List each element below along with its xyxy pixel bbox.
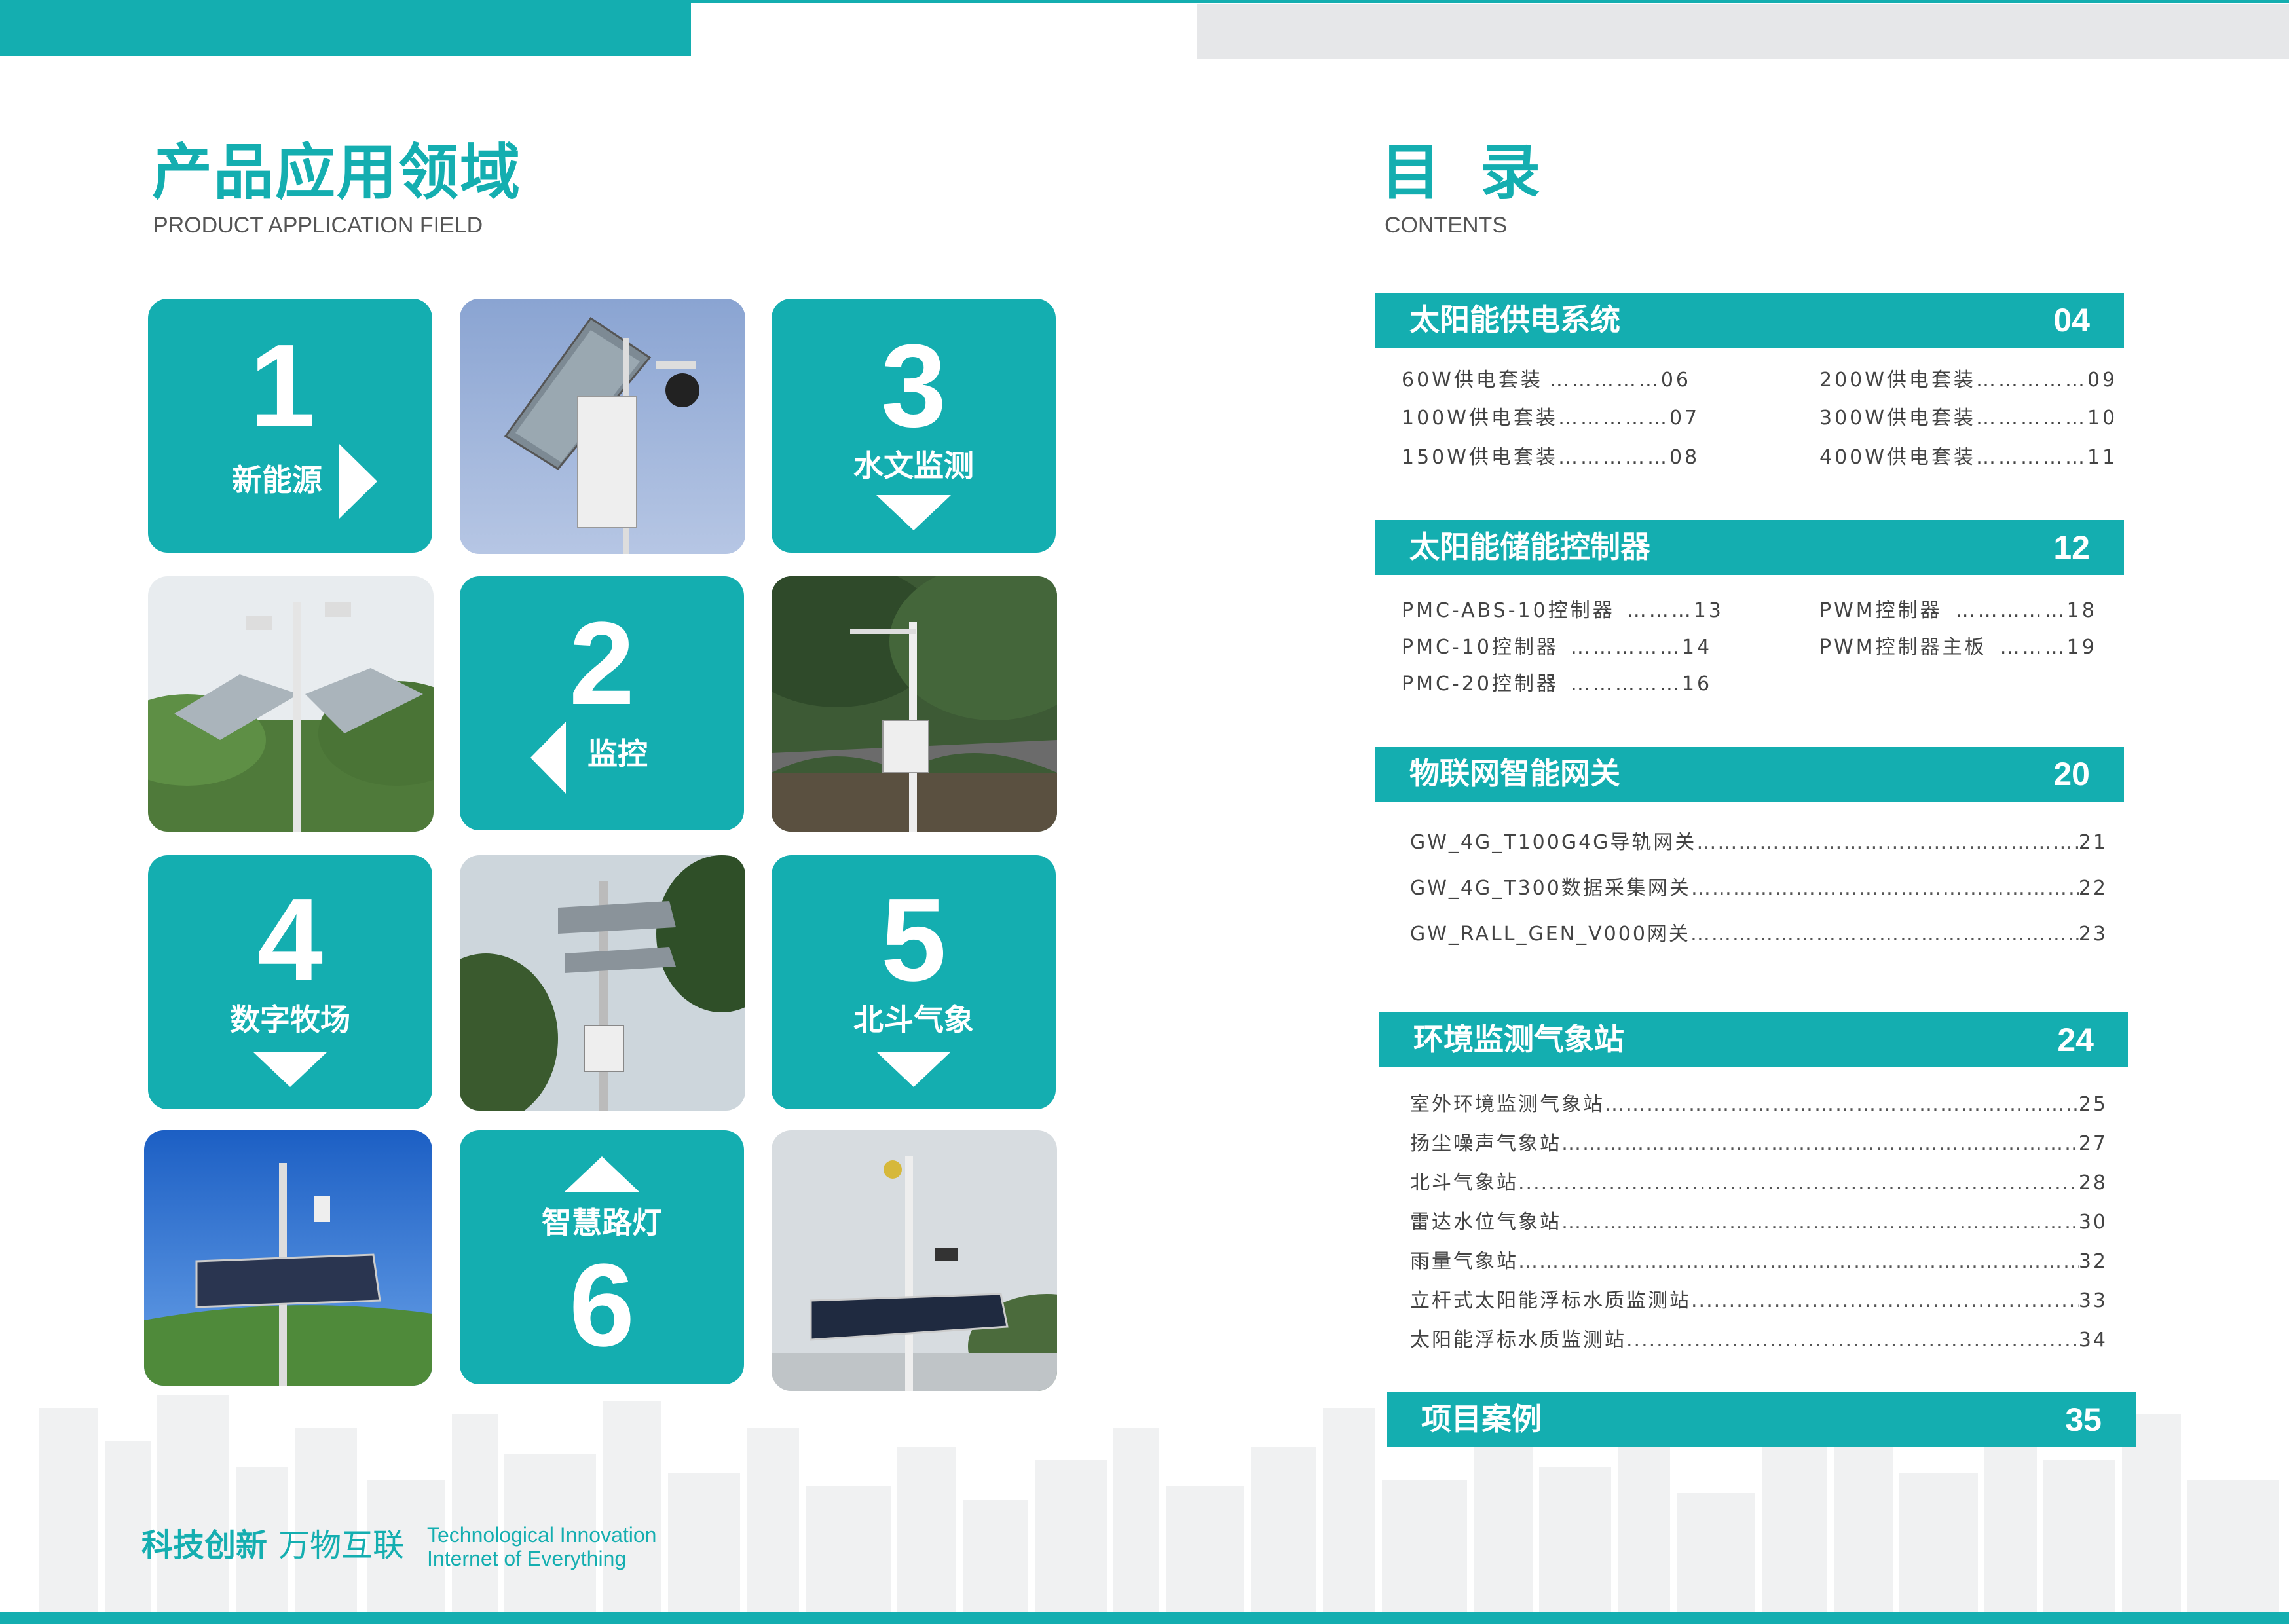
- tile-number: 6: [568, 1240, 635, 1371]
- field-tile-digital-ranch[interactable]: 4 数字牧场: [148, 855, 432, 1109]
- toc-item[interactable]: 室外环境监测气象站……………………………………………………………………………………: [1410, 1095, 2108, 1115]
- section-title: 太阳能供电系统: [1409, 302, 1620, 337]
- tile-label: 数字牧场: [230, 1002, 350, 1037]
- toc-item[interactable]: GW_4G_T300数据采集网关…………………………………………………………………: [1410, 879, 2108, 898]
- toc-item[interactable]: PWM控制器 ……………18: [1819, 601, 2097, 621]
- slogan-innovation: 科技创新: [141, 1527, 268, 1564]
- arrow-down-icon: [253, 1052, 327, 1087]
- page-subtitle: PRODUCT APPLICATION FIELD: [153, 213, 483, 238]
- toc-item[interactable]: GW_RALL_GEN_V000网关……………………………………………………………: [1410, 925, 2108, 944]
- bottom-accent-band: [0, 1612, 2289, 1624]
- toc-item[interactable]: 太阳能浮标水质监测站 .............................…: [1410, 1331, 2108, 1350]
- field-tile-hydrology[interactable]: 3 水文监测: [772, 299, 1056, 553]
- toc-item[interactable]: PMC-20控制器 ……………16: [1402, 674, 1712, 694]
- toc-item[interactable]: 北斗气象站 ..................................…: [1410, 1173, 2108, 1193]
- arrow-right-icon: [339, 444, 377, 519]
- section-title: 太阳能储能控制器: [1409, 529, 1650, 564]
- toc-item[interactable]: 60W供电套装 ……………06: [1402, 371, 1691, 390]
- page-title: 产品应用领域: [152, 138, 522, 208]
- tile-label: 水文监测: [853, 448, 974, 483]
- contents-title: 目 录: [1381, 138, 1550, 208]
- tile-label: 北斗气象: [853, 1002, 974, 1037]
- tile-number: 4: [257, 874, 324, 1006]
- section-title: 项目案例: [1421, 1401, 1542, 1437]
- section-page: 24: [2057, 1022, 2094, 1058]
- solar-camera-pole-photo: [460, 299, 745, 554]
- section-page: 12: [2053, 529, 2090, 566]
- toc-item[interactable]: 100W供电套装……………07: [1402, 409, 1700, 428]
- tile-number: 3: [880, 320, 947, 452]
- bridge-monitoring-photo: [772, 576, 1057, 832]
- arrow-down-icon: [876, 495, 951, 530]
- slogan-english-2: Internet of Everything: [427, 1547, 627, 1570]
- toc-item[interactable]: PMC-10控制器 ……………14: [1402, 638, 1712, 657]
- top-accent-bar: [0, 0, 691, 56]
- tile-number: 2: [568, 598, 635, 729]
- toc-item[interactable]: 扬尘噪声气象站 ………………………………………………………………………………………: [1410, 1134, 2108, 1154]
- toc-item[interactable]: 立杆式太阳能浮标水质监测站 ..........................…: [1410, 1291, 2108, 1311]
- toc-item[interactable]: 雨量气象站 ……………………………………………………………………………………………: [1410, 1252, 2108, 1272]
- field-tile-beidou-weather[interactable]: 5 北斗气象: [772, 855, 1056, 1109]
- tile-label: 监控: [587, 736, 648, 771]
- section-title: 环境监测气象站: [1413, 1022, 1624, 1057]
- top-grey-bar: [1197, 4, 2289, 59]
- arrow-up-icon: [565, 1156, 639, 1192]
- toc-item[interactable]: 200W供电套装……………09: [1819, 371, 2117, 390]
- section-header-weather-station[interactable]: 环境监测气象站 24: [1379, 1012, 2128, 1067]
- section-page: 20: [2053, 756, 2090, 792]
- arrow-down-icon: [876, 1052, 951, 1087]
- section-header-iot-gateway[interactable]: 物联网智能网关 20: [1375, 747, 2124, 802]
- toc-item[interactable]: 300W供电套装……………10: [1819, 409, 2117, 428]
- top-line: [0, 0, 2289, 3]
- section-header-project-cases[interactable]: 项目案例 35: [1387, 1392, 2136, 1447]
- field-tile-smart-streetlight[interactable]: 智慧路灯 6: [460, 1130, 744, 1384]
- toc-item[interactable]: 150W供电套装……………08: [1402, 448, 1700, 468]
- section-title: 物联网智能网关: [1409, 756, 1620, 791]
- tile-label: 新能源: [232, 462, 322, 498]
- weather-station-field-photo: [144, 1130, 432, 1386]
- solar-weather-station-photo: [772, 1130, 1057, 1391]
- field-tile-new-energy[interactable]: 1 新能源: [148, 299, 432, 553]
- section-page: 04: [2053, 302, 2090, 339]
- contents-subtitle: CONTENTS: [1385, 213, 1507, 238]
- section-header-solar-controller[interactable]: 太阳能储能控制器 12: [1375, 520, 2124, 575]
- toc-item[interactable]: PMC-ABS-10控制器 ………13: [1402, 601, 1724, 621]
- section-header-solar-power[interactable]: 太阳能供电系统 04: [1375, 293, 2124, 348]
- arrow-left-icon: [530, 722, 566, 794]
- solar-light-pole-photo: [460, 855, 745, 1111]
- toc-item[interactable]: GW_4G_T100G4G导轨网关………………………………………………………………: [1410, 833, 2108, 853]
- tile-label: 智慧路灯: [542, 1205, 662, 1240]
- toc-item[interactable]: PWM控制器主板 ………19: [1819, 638, 2097, 657]
- solar-pole-trees-photo: [148, 576, 434, 832]
- tile-number: 1: [249, 320, 316, 452]
- slogan-english-1: Technological Innovation: [427, 1523, 657, 1547]
- slogan-iot: 万物互联: [278, 1527, 405, 1564]
- field-tile-surveillance[interactable]: 2 监控: [460, 576, 744, 830]
- tile-number: 5: [880, 874, 947, 1006]
- slogan: 科技创新 万物互联: [141, 1530, 404, 1561]
- section-page: 35: [2065, 1401, 2102, 1438]
- toc-item[interactable]: 400W供电套装……………11: [1819, 448, 2117, 468]
- toc-item[interactable]: 雷达水位气象站 ………………………………………………………………………………………: [1410, 1213, 2108, 1232]
